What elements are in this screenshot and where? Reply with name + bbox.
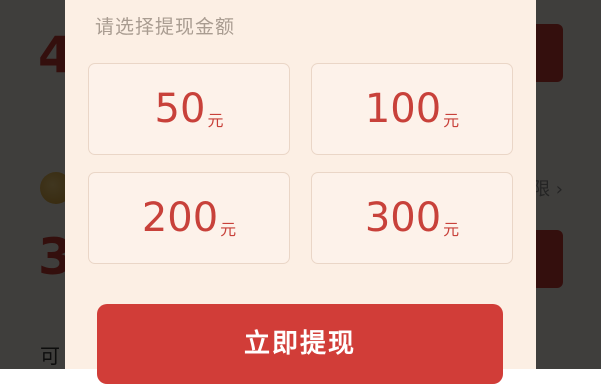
- amount-option-100[interactable]: 100 元: [311, 63, 513, 155]
- amount-option-unit: 元: [443, 111, 460, 130]
- amount-option-value: 50: [154, 86, 206, 132]
- modal-title: 请选择提现金额: [95, 16, 236, 38]
- amount-option-value: 200: [141, 195, 219, 241]
- amount-option-unit: 元: [443, 220, 460, 239]
- amount-option-value: 300: [364, 195, 442, 241]
- amount-option-value: 100: [364, 86, 442, 132]
- amount-option-unit: 元: [207, 111, 224, 130]
- withdraw-amount-modal: 请选择提现金额 50 元 100 元 200 元 300 元 立即提现: [65, 0, 536, 384]
- withdraw-now-button[interactable]: 立即提现: [97, 304, 503, 384]
- amount-option-50[interactable]: 50 元: [88, 63, 290, 155]
- amount-option-300[interactable]: 300 元: [311, 172, 513, 264]
- amount-option-unit: 元: [220, 220, 237, 239]
- amount-option-200[interactable]: 200 元: [88, 172, 290, 264]
